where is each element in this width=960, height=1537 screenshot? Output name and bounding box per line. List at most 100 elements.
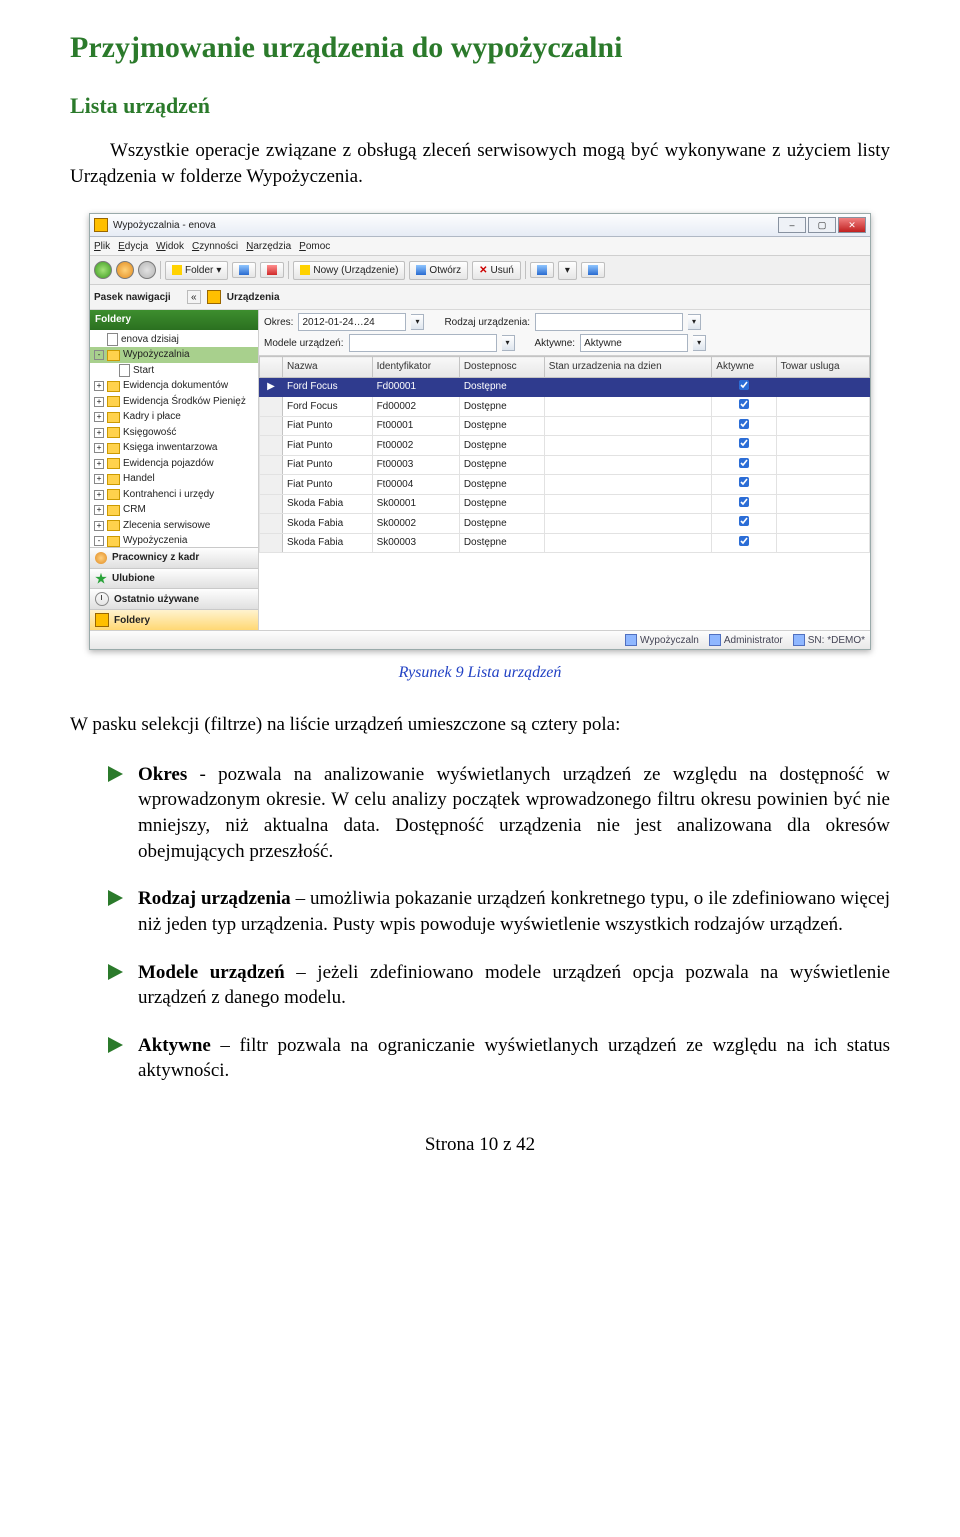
- expand-icon[interactable]: +: [94, 443, 104, 453]
- folder-icon: [107, 474, 120, 485]
- window-close-button[interactable]: ✕: [838, 217, 866, 233]
- expand-icon[interactable]: -: [94, 536, 104, 546]
- toolbar-delete-button[interactable]: [260, 262, 284, 278]
- expand-icon[interactable]: +: [94, 521, 104, 531]
- active-checkbox[interactable]: [739, 477, 749, 487]
- folder-icon: [107, 396, 120, 407]
- filter-modele-input[interactable]: [349, 334, 497, 352]
- column-header[interactable]: Stan urzadzenia na dzien: [544, 357, 712, 378]
- folder-icon: [95, 613, 109, 627]
- menu-edycja[interactable]: Edycja: [118, 240, 148, 254]
- panebar-pracownicy[interactable]: Pracownicy z kadr: [90, 547, 258, 568]
- tree-item[interactable]: +Kadry i płace: [90, 409, 258, 425]
- expand-icon[interactable]: +: [94, 505, 104, 515]
- breadcrumb[interactable]: Urządzenia: [227, 291, 280, 305]
- active-checkbox[interactable]: [739, 419, 749, 429]
- row-selector[interactable]: ▶: [260, 377, 283, 397]
- expand-icon[interactable]: +: [94, 428, 104, 438]
- expand-icon[interactable]: +: [94, 459, 104, 469]
- active-checkbox[interactable]: [739, 516, 749, 526]
- table-row[interactable]: Fiat PuntoFt00003Dostępne: [260, 455, 870, 475]
- table-row[interactable]: Fiat PuntoFt00002Dostępne: [260, 436, 870, 456]
- window-maximize-button[interactable]: ▢: [808, 217, 836, 233]
- table-row[interactable]: Fiat PuntoFt00004Dostępne: [260, 475, 870, 495]
- expand-icon[interactable]: +: [94, 474, 104, 484]
- tree-item[interactable]: +Ewidencja Środków Pienięż: [90, 394, 258, 410]
- menu-pomoc[interactable]: Pomoc: [299, 240, 330, 254]
- term: Aktywne: [138, 1035, 211, 1056]
- remove-button[interactable]: ✕Usuń: [472, 261, 521, 281]
- folder-dropdown-button[interactable]: Folder▾: [165, 261, 228, 281]
- row-selector[interactable]: [260, 416, 283, 436]
- term: Okres: [138, 764, 187, 785]
- tree-item[interactable]: -Wypożyczalnia: [90, 347, 258, 363]
- row-selector[interactable]: [260, 436, 283, 456]
- term: Modele urządzeń: [138, 962, 285, 983]
- row-selector[interactable]: [260, 397, 283, 417]
- filter-rodzaj-input[interactable]: [535, 313, 683, 331]
- tree-item[interactable]: +Handel: [90, 471, 258, 487]
- tree-item[interactable]: +Księgowość: [90, 425, 258, 441]
- tree-item[interactable]: +Ewidencja dokumentów: [90, 378, 258, 394]
- row-selector[interactable]: [260, 494, 283, 514]
- tree-item[interactable]: +Ewidencja pojazdów: [90, 456, 258, 472]
- toolbar-print-button[interactable]: [232, 262, 256, 278]
- table-row[interactable]: Skoda FabiaSk00002Dostępne: [260, 514, 870, 534]
- filter-okres-input[interactable]: 2012-01-24…24: [298, 313, 406, 331]
- active-checkbox[interactable]: [739, 458, 749, 468]
- toolbar-extra-2[interactable]: ▾: [558, 261, 577, 281]
- toolbar-extra-1[interactable]: [530, 262, 554, 278]
- toolbar-nav-fwd-icon[interactable]: [116, 261, 134, 279]
- table-row[interactable]: Ford FocusFd00002Dostępne: [260, 397, 870, 417]
- expand-icon[interactable]: +: [94, 490, 104, 500]
- column-header[interactable]: Dostepnosc: [459, 357, 544, 378]
- toolbar-extra-3[interactable]: [581, 262, 605, 278]
- row-selector[interactable]: [260, 514, 283, 534]
- expand-icon[interactable]: -: [94, 350, 104, 360]
- expand-icon[interactable]: +: [94, 397, 104, 407]
- breadcrumb-toggle-icon[interactable]: «: [187, 290, 201, 304]
- active-checkbox[interactable]: [739, 380, 749, 390]
- new-device-button[interactable]: Nowy (Urządzenie): [293, 261, 405, 281]
- active-checkbox[interactable]: [739, 399, 749, 409]
- toolbar-nav-back-icon[interactable]: [94, 261, 112, 279]
- column-header[interactable]: Towar usluga: [776, 357, 869, 378]
- table-row[interactable]: Skoda FabiaSk00003Dostępne: [260, 533, 870, 553]
- toolbar-nav-up-icon[interactable]: [138, 261, 156, 279]
- column-header[interactable]: Aktywne: [712, 357, 776, 378]
- filter-aktywne-input[interactable]: Aktywne: [580, 334, 688, 352]
- menu-plik[interactable]: Plik: [94, 240, 110, 254]
- tree-item[interactable]: +Zlecenia serwisowe: [90, 518, 258, 534]
- tree-item[interactable]: +CRM: [90, 502, 258, 518]
- tree-item[interactable]: enova dzisiaj: [90, 332, 258, 348]
- active-checkbox[interactable]: [739, 536, 749, 546]
- open-button[interactable]: Otwórz: [409, 261, 468, 281]
- panebar-ostatnio[interactable]: Ostatnio używane: [90, 588, 258, 609]
- row-selector[interactable]: [260, 475, 283, 495]
- menu-narzędzia[interactable]: Narzędzia: [246, 240, 291, 254]
- window-minimize-button[interactable]: –: [778, 217, 806, 233]
- column-header[interactable]: Identyfikator: [372, 357, 459, 378]
- chevron-down-icon[interactable]: ▾: [411, 314, 424, 330]
- tree-item[interactable]: +Księga inwentarzowa: [90, 440, 258, 456]
- chevron-down-icon[interactable]: ▾: [693, 335, 706, 351]
- tree-item[interactable]: Start: [90, 363, 258, 379]
- panebar-ulubione[interactable]: Ulubione: [90, 568, 258, 589]
- table-row[interactable]: Fiat PuntoFt00001Dostępne: [260, 416, 870, 436]
- row-selector[interactable]: [260, 455, 283, 475]
- panebar-foldery[interactable]: Foldery: [90, 609, 258, 630]
- chevron-down-icon[interactable]: ▾: [688, 314, 701, 330]
- row-selector[interactable]: [260, 533, 283, 553]
- active-checkbox[interactable]: [739, 438, 749, 448]
- column-header[interactable]: Nazwa: [283, 357, 373, 378]
- menu-czynności[interactable]: Czynności: [192, 240, 238, 254]
- table-row[interactable]: Skoda FabiaSk00001Dostępne: [260, 494, 870, 514]
- expand-icon[interactable]: +: [94, 412, 104, 422]
- chevron-down-icon[interactable]: ▾: [502, 335, 515, 351]
- active-checkbox[interactable]: [739, 497, 749, 507]
- tree-item[interactable]: -Wypożyczenia: [90, 533, 258, 547]
- expand-icon[interactable]: +: [94, 381, 104, 391]
- table-row[interactable]: ▶Ford FocusFd00001Dostępne: [260, 377, 870, 397]
- menu-widok[interactable]: Widok: [156, 240, 184, 254]
- tree-item[interactable]: +Kontrahenci i urzędy: [90, 487, 258, 503]
